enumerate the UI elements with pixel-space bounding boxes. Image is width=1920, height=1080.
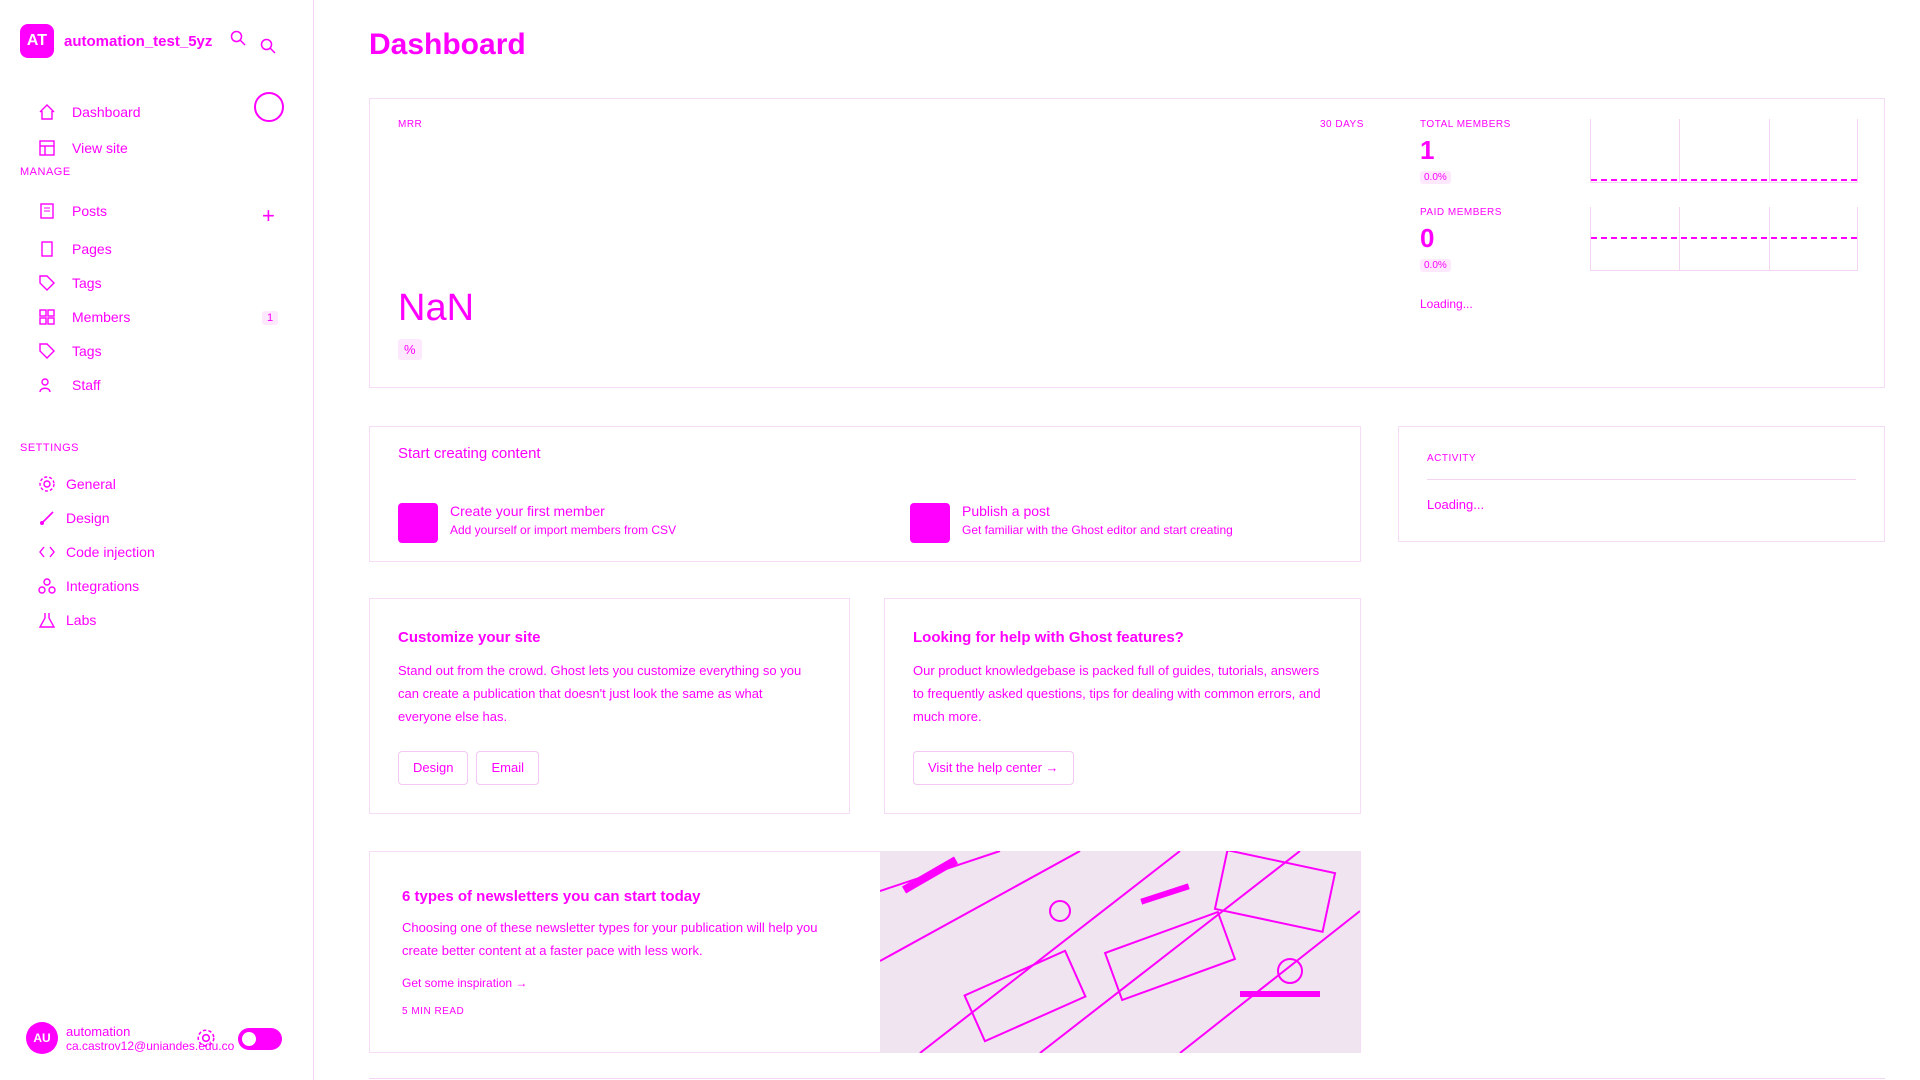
start-content-title: Start creating content xyxy=(398,445,541,462)
flask-icon xyxy=(36,611,58,629)
gear-icon xyxy=(36,475,58,493)
feature-title: Publish a post xyxy=(962,503,1050,519)
page-title: Dashboard xyxy=(369,28,526,61)
mrr-pct: % xyxy=(398,339,422,360)
globe-icon[interactable] xyxy=(254,92,284,122)
activity-card: ACTIVITY Loading... xyxy=(1398,426,1885,542)
total-members-label: TOTAL MEMBERS xyxy=(1420,119,1511,130)
post-icon xyxy=(910,503,950,543)
members-icon xyxy=(36,308,58,326)
sidebar-item-dashboard[interactable]: Dashboard xyxy=(36,100,141,124)
tag-icon xyxy=(36,342,58,360)
tag-icon xyxy=(36,274,58,292)
total-members-chart xyxy=(1590,119,1858,183)
feature-sub: Add yourself or import members from CSV xyxy=(450,523,677,537)
activity-divider xyxy=(1427,479,1856,480)
member-icon xyxy=(398,503,438,543)
mrr-range[interactable]: 30 DAYS xyxy=(1320,119,1364,130)
customize-card: Customize your site Stand out from the c… xyxy=(369,598,850,814)
add-post-button[interactable]: + xyxy=(262,203,275,229)
total-members-chart-line xyxy=(1591,179,1857,181)
sidebar-item-label: View site xyxy=(72,140,128,156)
total-members-pct: 0.0% xyxy=(1420,171,1451,184)
layout-icon xyxy=(36,139,58,157)
newsletter-link[interactable]: Get some inspiration → xyxy=(402,976,527,990)
mrr-label: MRR xyxy=(398,119,423,130)
brand[interactable]: AT automation_test_5yz xyxy=(20,24,212,58)
sidebar-item-posts[interactable]: Posts xyxy=(36,199,107,223)
sidebar-item-pages[interactable]: Pages xyxy=(36,237,112,261)
sidebar: AT automation_test_5yz Dashboard View si… xyxy=(0,0,314,1080)
home-icon xyxy=(36,103,58,121)
search-icon[interactable] xyxy=(260,38,276,54)
feature-sub: Get familiar with the Ghost editor and s… xyxy=(962,523,1233,537)
sidebar-item-tags[interactable]: Tags xyxy=(36,271,102,295)
total-members-value: 1 xyxy=(1420,135,1435,165)
avatar: AU xyxy=(26,1022,58,1054)
pages-icon xyxy=(36,240,58,258)
publish-post-feature[interactable]: Publish a post Get familiar with the Gho… xyxy=(910,503,1233,543)
settings-section-label: SETTINGS xyxy=(20,442,80,454)
members-count-badge: 1 xyxy=(262,311,279,325)
manage-section-label: MANAGE xyxy=(20,166,71,178)
sidebar-item-label: Staff xyxy=(72,377,101,393)
mrr-value: NaN xyxy=(398,287,475,329)
sidebar-item-integrations[interactable]: Integrations xyxy=(36,574,139,598)
sidebar-item-label: Members xyxy=(72,309,131,325)
members-loading: Loading... xyxy=(1420,297,1473,311)
sidebar-item-labs[interactable]: Labs xyxy=(36,608,96,632)
sidebar-item-members[interactable]: Members xyxy=(36,305,130,329)
code-icon xyxy=(36,543,58,561)
newsletter-title: 6 types of newsletters you can start tod… xyxy=(402,888,701,905)
bottom-divider xyxy=(369,1078,1885,1079)
newsletter-body: Choosing one of these newsletter types f… xyxy=(402,920,818,958)
help-card: Looking for help with Ghost features? Ou… xyxy=(884,598,1361,814)
paid-members-value: 0 xyxy=(1420,223,1435,253)
sidebar-item-design[interactable]: Design xyxy=(36,506,110,530)
email-button[interactable]: Email xyxy=(476,751,539,785)
brand-logo: AT xyxy=(20,24,54,58)
sidebar-item-general[interactable]: General xyxy=(36,472,116,496)
activity-label: ACTIVITY xyxy=(1427,453,1477,464)
posts-icon xyxy=(36,202,58,220)
search-icon[interactable] xyxy=(230,30,246,46)
activity-loading: Loading... xyxy=(1427,497,1485,512)
sidebar-item-label: Integrations xyxy=(66,578,140,594)
help-center-button[interactable]: Visit the help center → xyxy=(913,751,1074,785)
start-content-card: Start creating content Create your first… xyxy=(369,426,1361,562)
overview-card: MRR 30 DAYS NaN % TOTAL MEMBERS 1 0.0% P… xyxy=(369,98,1885,388)
brush-icon xyxy=(36,509,58,527)
create-member-feature[interactable]: Create your first member Add yourself or… xyxy=(398,503,676,543)
customize-body: Stand out from the crowd. Ghost lets you… xyxy=(398,663,802,724)
sidebar-item-label: Dashboard xyxy=(72,104,141,120)
sidebar-item-label: Pages xyxy=(72,241,112,257)
newsletter-read-time: 5 MIN READ xyxy=(402,1006,465,1017)
sidebar-item-staff[interactable]: Staff xyxy=(36,373,101,397)
sidebar-item-label: Code injection xyxy=(66,544,155,560)
paid-members-pct: 0.0% xyxy=(1420,259,1451,272)
brand-name: automation_test_5yz xyxy=(64,32,213,50)
staff-icon xyxy=(36,376,58,394)
sidebar-item-label: Tags xyxy=(72,275,102,291)
newsletter-image xyxy=(880,851,1360,1053)
paid-members-chart xyxy=(1590,207,1858,271)
sidebar-item-tags-2[interactable]: Tags xyxy=(36,339,102,363)
help-title: Looking for help with Ghost features? xyxy=(913,629,1184,646)
integrations-icon xyxy=(36,577,58,595)
sidebar-item-label: Labs xyxy=(66,612,97,628)
paid-members-chart-line xyxy=(1591,237,1857,239)
gear-icon[interactable] xyxy=(196,1028,216,1048)
sidebar-item-view-site[interactable]: View site xyxy=(36,136,128,160)
sidebar-item-label: Tags xyxy=(72,343,102,359)
sidebar-item-label: Posts xyxy=(72,203,108,219)
paid-members-label: PAID MEMBERS xyxy=(1420,207,1502,218)
sidebar-item-label: Design xyxy=(66,510,110,526)
sidebar-item-label: General xyxy=(66,476,116,492)
help-body: Our product knowledgebase is packed full… xyxy=(913,663,1321,724)
feature-title: Create your first member xyxy=(450,503,605,519)
customize-title: Customize your site xyxy=(398,629,541,646)
dark-mode-toggle[interactable] xyxy=(238,1028,282,1050)
design-button[interactable]: Design xyxy=(398,751,469,785)
sidebar-item-code-injection[interactable]: Code injection xyxy=(36,540,155,564)
